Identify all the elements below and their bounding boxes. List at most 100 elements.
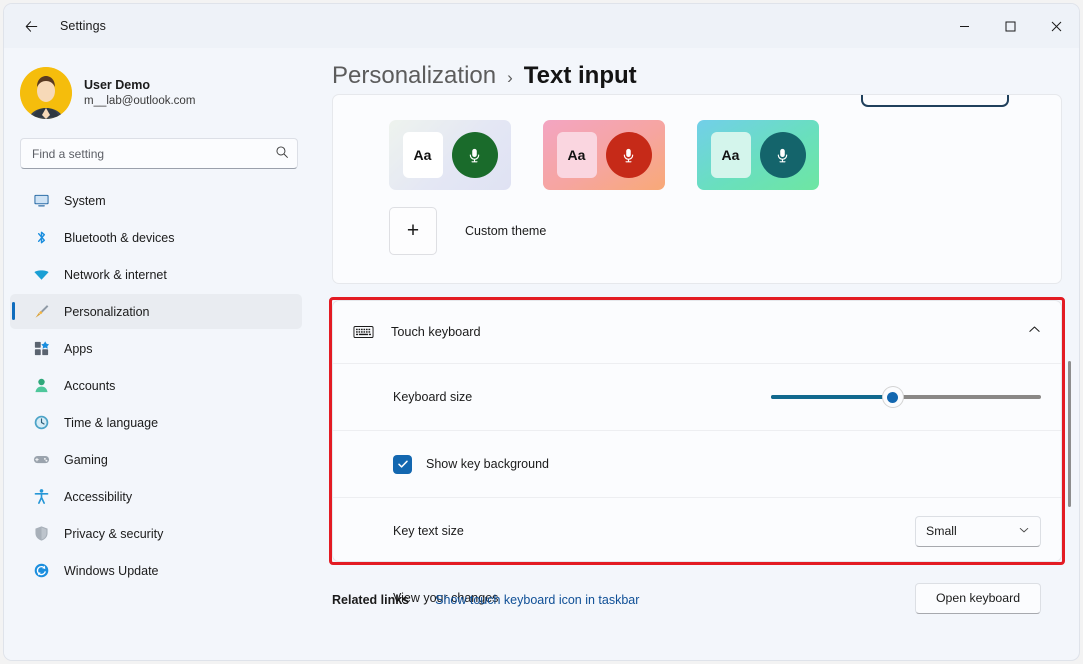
slider-fill <box>771 395 893 399</box>
key-text-size-row: Key text size Small <box>333 497 1061 564</box>
page-title: Text input <box>524 62 637 90</box>
clock-icon <box>32 414 50 432</box>
keyboard-size-slider[interactable] <box>771 385 1041 409</box>
check-icon <box>397 458 409 470</box>
sidebar-item-network-internet[interactable]: Network & internet <box>10 257 302 292</box>
sidebar-item-label: Apps <box>64 342 93 356</box>
theme-gallery-card: Aa Aa <box>332 94 1062 284</box>
sidebar-item-label: Bluetooth & devices <box>64 231 175 245</box>
related-links-row: Related links Show touch keyboard icon i… <box>332 574 1062 626</box>
sidebar-item-label: Accessibility <box>64 490 132 504</box>
theme-aa-swatch: Aa <box>557 132 597 178</box>
sidebar-nav: System Bluetooth & devices <box>4 183 314 588</box>
sidebar-item-windows-update[interactable]: Windows Update <box>10 553 302 588</box>
sidebar-item-privacy-security[interactable]: Privacy & security <box>10 516 302 551</box>
microphone-icon <box>452 132 498 178</box>
sidebar-item-personalization[interactable]: Personalization <box>10 294 302 329</box>
sidebar-item-label: Gaming <box>64 453 108 467</box>
sidebar-item-apps[interactable]: Apps <box>10 331 302 366</box>
minimize-icon <box>959 21 970 32</box>
bluetooth-icon <box>32 229 50 247</box>
update-icon <box>32 562 50 580</box>
minimize-button[interactable] <box>941 4 987 48</box>
paintbrush-icon <box>32 303 50 321</box>
sidebar-item-accounts[interactable]: Accounts <box>10 368 302 403</box>
sidebar-item-gaming[interactable]: Gaming <box>10 442 302 477</box>
key-text-size-label: Key text size <box>393 524 915 538</box>
close-button[interactable] <box>1033 4 1079 48</box>
breadcrumb-separator-icon: › <box>507 68 513 88</box>
show-key-background-checkbox[interactable] <box>393 455 412 474</box>
sidebar: User Demo m__lab@outlook.com <box>4 48 314 660</box>
profile-section[interactable]: User Demo m__lab@outlook.com <box>4 48 314 124</box>
slider-thumb-inner <box>887 392 898 403</box>
sidebar-item-accessibility[interactable]: Accessibility <box>10 479 302 514</box>
sidebar-item-label: Accounts <box>64 379 115 393</box>
sidebar-item-time-language[interactable]: Time & language <box>10 405 302 440</box>
search-input[interactable] <box>20 138 298 169</box>
theme-tile-1[interactable]: Aa <box>389 120 511 190</box>
touch-keyboard-card: Touch keyboard Keyboard size <box>332 300 1062 562</box>
sidebar-item-label: Windows Update <box>64 564 159 578</box>
back-arrow-icon <box>24 19 39 34</box>
main-content: Personalization › Text input Aa <box>314 48 1079 660</box>
sidebar-item-label: Time & language <box>64 416 158 430</box>
theme-aa-swatch: Aa <box>403 132 443 178</box>
accessibility-icon <box>32 488 50 506</box>
title-bar: Settings <box>4 4 1079 48</box>
chevron-up-icon[interactable] <box>1028 323 1041 341</box>
maximize-button[interactable] <box>987 4 1033 48</box>
touch-keyboard-header[interactable]: Touch keyboard <box>333 301 1061 363</box>
sidebar-item-label: System <box>64 194 106 208</box>
keyboard-size-row: Keyboard size <box>333 363 1061 430</box>
shield-icon <box>32 525 50 543</box>
add-custom-theme-button[interactable]: + <box>389 207 437 255</box>
sidebar-item-system[interactable]: System <box>10 183 302 218</box>
show-key-background-label: Show key background <box>426 457 549 471</box>
selected-theme-tile-partial[interactable] <box>861 94 1009 107</box>
plus-icon: + <box>407 219 419 243</box>
back-button[interactable] <box>14 9 48 43</box>
close-icon <box>1051 21 1062 32</box>
show-key-background-row: Show key background <box>333 430 1061 497</box>
breadcrumb: Personalization › Text input <box>314 48 1079 94</box>
settings-window: Settings <box>4 4 1079 660</box>
keyboard-size-label: Keyboard size <box>393 390 771 404</box>
avatar-image <box>20 67 72 119</box>
theme-tile-3[interactable]: Aa <box>697 120 819 190</box>
touch-keyboard-title: Touch keyboard <box>391 325 1028 339</box>
person-icon <box>32 377 50 395</box>
slider-thumb[interactable] <box>883 387 903 407</box>
profile-text: User Demo m__lab@outlook.com <box>84 77 195 109</box>
breadcrumb-parent[interactable]: Personalization <box>332 62 496 90</box>
custom-theme-row: + Custom theme <box>389 207 546 255</box>
keyboard-icon <box>351 320 375 344</box>
sidebar-item-label: Privacy & security <box>64 527 163 541</box>
apps-icon <box>32 340 50 358</box>
related-link-taskbar-icon[interactable]: Show touch keyboard icon in taskbar <box>435 593 639 607</box>
maximize-icon <box>1005 21 1016 32</box>
window-controls <box>941 4 1079 48</box>
avatar <box>20 67 72 119</box>
monitor-icon <box>32 192 50 210</box>
wifi-icon <box>32 266 50 284</box>
window-title: Settings <box>60 19 106 33</box>
theme-aa-swatch: Aa <box>711 132 751 178</box>
theme-tiles: Aa Aa <box>389 120 819 190</box>
profile-email: m__lab@outlook.com <box>84 94 195 110</box>
chevron-down-icon <box>1018 524 1030 539</box>
key-text-size-dropdown[interactable]: Small <box>915 516 1041 547</box>
scrollbar-thumb[interactable] <box>1068 361 1071 507</box>
related-links-title: Related links <box>332 593 409 607</box>
key-text-size-value: Small <box>926 524 1018 538</box>
gamepad-icon <box>32 451 50 469</box>
microphone-icon <box>606 132 652 178</box>
custom-theme-label: Custom theme <box>465 224 546 238</box>
sidebar-item-bluetooth-devices[interactable]: Bluetooth & devices <box>10 220 302 255</box>
theme-tile-2[interactable]: Aa <box>543 120 665 190</box>
sidebar-item-label: Network & internet <box>64 268 167 282</box>
vertical-scrollbar[interactable] <box>1064 96 1076 658</box>
scroll-area: Aa Aa <box>314 94 1079 660</box>
settings-app: Settings <box>0 0 1083 664</box>
microphone-icon <box>760 132 806 178</box>
